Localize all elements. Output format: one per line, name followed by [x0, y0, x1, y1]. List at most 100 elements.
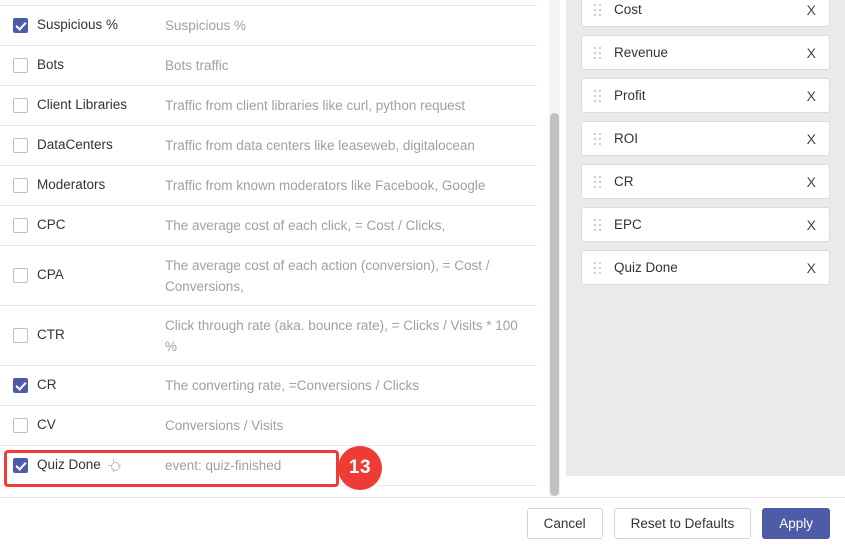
checkbox-wrapper[interactable] [13, 268, 35, 283]
column-description: Traffic from client libraries like curl,… [165, 98, 466, 113]
column-row[interactable]: CV Conversions / Visits [0, 405, 537, 445]
column-row[interactable]: Suspicious % Suspicious % [0, 5, 537, 45]
checkbox-wrapper[interactable] [13, 418, 35, 433]
close-icon[interactable]: X [804, 1, 819, 19]
close-icon[interactable]: X [804, 259, 819, 277]
drag-handle-icon[interactable] [594, 218, 602, 231]
checkbox-wrapper[interactable] [13, 98, 35, 113]
selected-column-item[interactable]: Revenue X [581, 35, 830, 70]
close-icon[interactable]: X [804, 216, 819, 234]
apply-button[interactable]: Apply [762, 507, 830, 539]
column-name-label: CPC [37, 217, 66, 233]
selected-columns-list: Cost X Revenue X Profit X ROI X CR X EPC X Quiz Done… [566, 0, 845, 285]
selected-column-item[interactable]: Profit X [581, 78, 830, 113]
checkbox-unchecked[interactable] [13, 268, 28, 283]
selected-column-item[interactable]: CR X [581, 164, 830, 199]
column-name-label: CPA [37, 267, 64, 283]
checkbox-unchecked[interactable] [13, 58, 28, 73]
available-columns-list[interactable]: Suspicious % Suspicious % Bots Bots traffic… [0, 0, 537, 496]
cancel-button[interactable]: Cancel [526, 507, 603, 539]
dialog-footer: Cancel Reset to Defaults Apply [0, 497, 845, 548]
checkbox-wrapper[interactable] [13, 328, 35, 343]
column-name-label: CV [37, 417, 56, 433]
selected-column-label: ROI [614, 131, 639, 146]
selected-columns-panel[interactable]: Cost X Revenue X Profit X ROI X CR X EPC X Quiz Done… [566, 0, 845, 476]
column-description: The converting rate, =Conversions / Clic… [165, 378, 419, 393]
reset-to-defaults-button[interactable]: Reset to Defaults [613, 507, 752, 539]
drag-handle-icon[interactable] [594, 132, 602, 145]
close-icon[interactable]: X [804, 130, 819, 148]
column-row[interactable]: Quiz Done event: quiz-finished [0, 445, 537, 485]
column-row[interactable]: Client Libraries Traffic from client libr… [0, 85, 537, 125]
checkbox-wrapper[interactable] [13, 178, 35, 193]
column-description: Bots traffic [165, 58, 229, 73]
checkbox-checked[interactable] [13, 18, 28, 33]
column-name-wrapper: Suspicious % [35, 17, 163, 34]
column-row[interactable]: CPC The average cost of each click, = Cos… [0, 205, 537, 245]
column-row[interactable]: Moderators Traffic from known moderators … [0, 165, 537, 205]
checkbox-unchecked[interactable] [13, 418, 28, 433]
checkbox-unchecked[interactable] [13, 178, 28, 193]
drag-handle-icon[interactable] [594, 175, 602, 188]
column-name-wrapper: CTR [35, 327, 163, 344]
drag-handle-icon[interactable] [594, 261, 602, 274]
column-description: Suspicious % [165, 18, 247, 33]
step-badge: 13 [338, 446, 382, 490]
selected-column-label: Revenue [614, 45, 669, 60]
checkbox-wrapper[interactable] [13, 138, 35, 153]
close-icon[interactable]: X [804, 173, 819, 191]
selected-column-label: Profit [614, 88, 646, 103]
column-name-wrapper: DataCenters [35, 137, 163, 154]
selected-column-label: EPC [614, 217, 642, 232]
column-row[interactable]: CPA The average cost of each action (conv… [0, 245, 537, 305]
column-description: Click through rate (aka. bounce rate), =… [165, 317, 518, 354]
checkbox-wrapper[interactable] [13, 218, 35, 233]
column-row[interactable]: DataCenters Traffic from data centers lik… [0, 125, 537, 165]
selected-column-label: CR [614, 174, 634, 189]
column-name-label: Bots [37, 57, 65, 73]
target-icon[interactable] [107, 459, 121, 472]
column-description: Traffic from known moderators like Faceb… [165, 178, 486, 193]
selected-column-item[interactable]: ROI X [581, 121, 830, 156]
selected-column-item[interactable]: Cost X [581, 0, 830, 27]
close-icon[interactable]: X [804, 44, 819, 62]
checkbox-unchecked[interactable] [13, 218, 28, 233]
checkbox-unchecked[interactable] [13, 328, 28, 343]
checkbox-wrapper[interactable] [13, 458, 35, 473]
column-name-label: Moderators [37, 177, 106, 193]
drag-handle-icon[interactable] [594, 89, 602, 102]
column-description: The average cost of each click, = Cost /… [165, 218, 446, 233]
available-columns-rows: Suspicious % Suspicious % Bots Bots traffic… [0, 0, 537, 493]
checkbox-checked[interactable] [13, 458, 28, 473]
column-name-label: CR [37, 377, 57, 393]
column-name-label: CTR [37, 327, 65, 343]
scrollbar-thumb[interactable] [550, 113, 559, 496]
drag-handle-icon[interactable] [594, 3, 602, 16]
column-row[interactable]: CR The converting rate, =Conversions / Cl… [0, 365, 537, 405]
column-row[interactable]: Bots Bots traffic [0, 45, 537, 85]
selected-column-label: Quiz Done [614, 260, 678, 275]
checkbox-unchecked[interactable] [13, 138, 28, 153]
column-description: Traffic from data centers like leaseweb,… [165, 138, 475, 153]
column-description: The average cost of each action (convers… [165, 257, 490, 294]
selected-column-item[interactable]: Quiz Done X [581, 250, 830, 285]
checkbox-unchecked[interactable] [13, 98, 28, 113]
column-name-wrapper: CV [35, 417, 163, 434]
checkbox-checked[interactable] [13, 378, 28, 393]
column-name-label: Suspicious % [37, 17, 119, 33]
checkbox-wrapper[interactable] [13, 378, 35, 393]
list-end-divider [0, 485, 537, 493]
column-row[interactable]: CTR Click through rate (aka. bounce rate)… [0, 305, 537, 365]
column-name-label: Client Libraries [37, 97, 128, 113]
column-name-wrapper: CR [35, 377, 163, 394]
column-name-wrapper: CPC [35, 217, 163, 234]
drag-handle-icon[interactable] [594, 46, 602, 59]
column-description: Conversions / Visits [165, 418, 284, 433]
close-icon[interactable]: X [804, 87, 819, 105]
column-name-wrapper: Moderators [35, 177, 163, 194]
selected-column-item[interactable]: EPC X [581, 207, 830, 242]
checkbox-wrapper[interactable] [13, 18, 35, 33]
column-name-wrapper: Client Libraries [35, 97, 163, 114]
checkbox-wrapper[interactable] [13, 58, 35, 73]
column-settings-dialog: Suspicious % Suspicious % Bots Bots traffic… [0, 0, 845, 548]
